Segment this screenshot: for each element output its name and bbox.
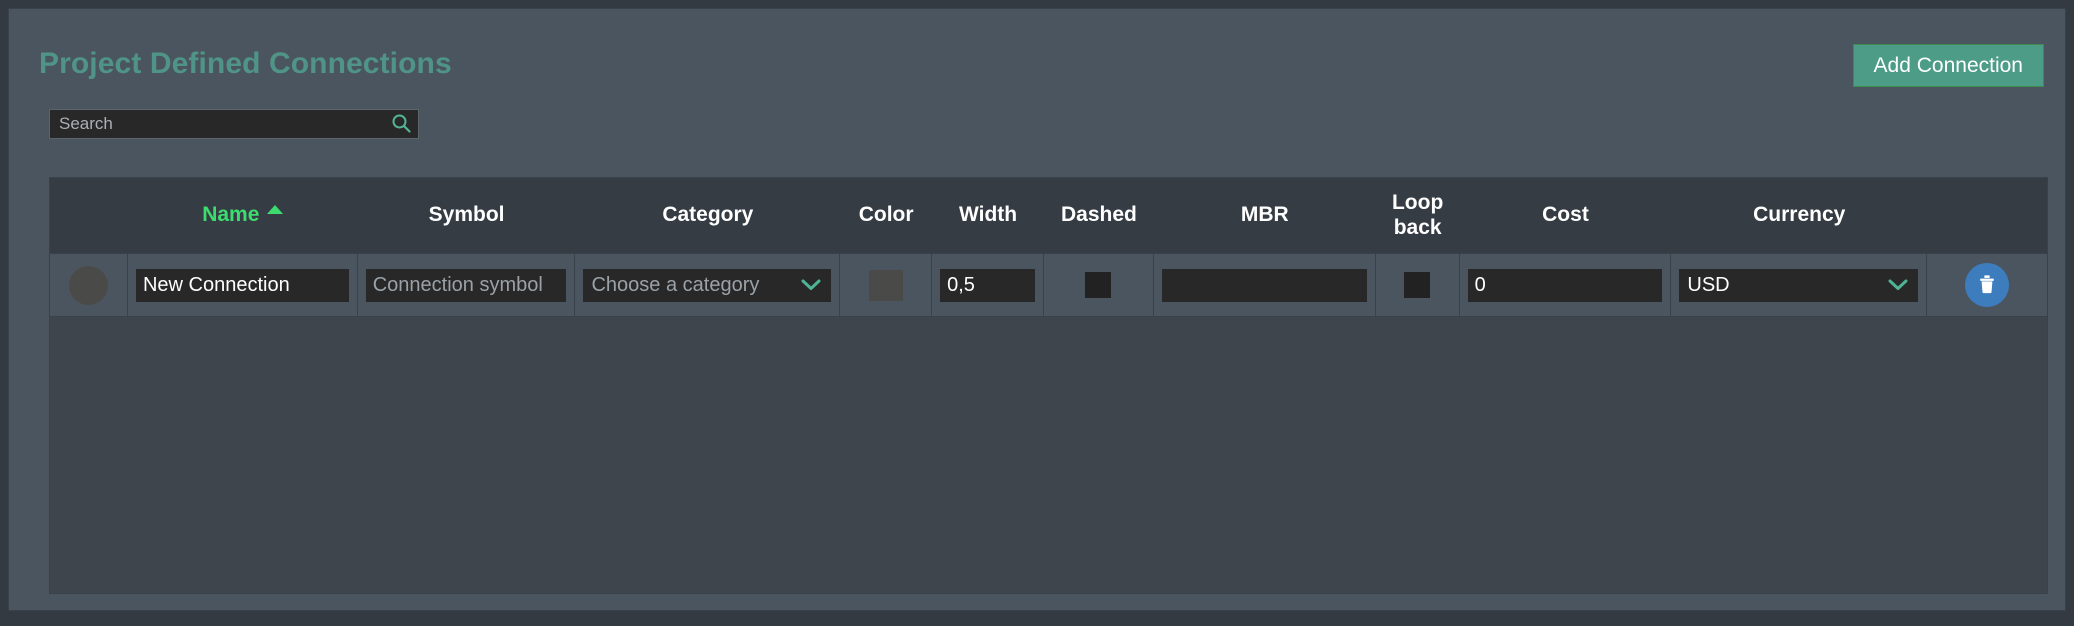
- column-header-dashed[interactable]: Dashed: [1044, 178, 1154, 253]
- column-header-name-label: Name: [202, 203, 260, 227]
- color-swatch-button[interactable]: [868, 269, 903, 301]
- column-header-width[interactable]: Width: [932, 178, 1044, 253]
- column-header-category[interactable]: Category: [575, 178, 840, 253]
- search-button[interactable]: [384, 110, 418, 138]
- table-body: Choose a category: [50, 253, 2047, 317]
- search-icon: [391, 113, 411, 136]
- column-header-avatar: [50, 178, 128, 253]
- column-header-symbol[interactable]: Symbol: [358, 178, 576, 253]
- column-header-actions: [1927, 178, 2047, 253]
- category-select[interactable]: Choose a category: [583, 268, 832, 302]
- currency-select-wrap: USD: [1679, 268, 1919, 302]
- row-category-cell: Choose a category: [575, 254, 841, 316]
- row-width-cell: [932, 254, 1045, 316]
- add-connection-button[interactable]: Add Connection: [1852, 44, 2044, 87]
- symbol-input[interactable]: [365, 268, 567, 302]
- search-input[interactable]: [50, 110, 384, 138]
- table-header-row: Name Symbol Category Color Width Dashed …: [50, 178, 2047, 253]
- column-header-loopback[interactable]: Loop back: [1376, 178, 1460, 253]
- row-cost-cell: [1460, 254, 1672, 316]
- connections-panel: Project Defined Connections Add Connecti…: [8, 8, 2066, 611]
- dashed-checkbox[interactable]: [1085, 272, 1112, 298]
- row-actions-cell: [1927, 254, 2047, 316]
- name-input[interactable]: [135, 268, 349, 302]
- cost-input[interactable]: [1467, 268, 1663, 302]
- currency-select[interactable]: USD: [1679, 268, 1919, 302]
- search-box[interactable]: [49, 109, 419, 139]
- page-title: Project Defined Connections: [39, 47, 452, 80]
- category-select-wrap: Choose a category: [583, 268, 832, 302]
- column-header-mbr[interactable]: MBR: [1154, 178, 1376, 253]
- row-avatar-cell: [50, 254, 128, 316]
- row-currency-cell: USD: [1671, 254, 1928, 316]
- row-loopback-cell: [1376, 254, 1460, 316]
- column-header-color[interactable]: Color: [840, 178, 932, 253]
- row-symbol-cell: [358, 254, 576, 316]
- column-header-currency[interactable]: Currency: [1671, 178, 1927, 253]
- width-input[interactable]: [940, 268, 1036, 302]
- column-header-cost[interactable]: Cost: [1460, 178, 1672, 253]
- mbr-input[interactable]: [1161, 268, 1367, 302]
- row-mbr-cell: [1154, 254, 1376, 316]
- connections-table: Name Symbol Category Color Width Dashed …: [49, 177, 2048, 594]
- row-dashed-cell: [1044, 254, 1154, 316]
- delete-row-button[interactable]: [1965, 263, 2010, 307]
- connections-page: Project Defined Connections Add Connecti…: [0, 0, 2074, 626]
- sort-ascending-icon: [267, 205, 284, 214]
- trash-icon: [1977, 273, 1997, 298]
- row-color-cell: [840, 254, 933, 316]
- row-name-cell: [128, 254, 358, 316]
- column-header-name[interactable]: Name: [128, 178, 358, 253]
- avatar: [68, 265, 108, 305]
- panel-header: Project Defined Connections Add Connecti…: [9, 9, 2065, 154]
- loopback-checkbox[interactable]: [1404, 272, 1431, 298]
- table-row: Choose a category: [50, 253, 2047, 317]
